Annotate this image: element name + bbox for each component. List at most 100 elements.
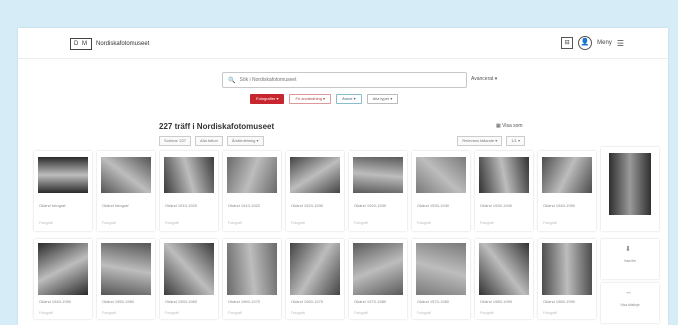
result-card[interactable]: Okänd 1910-1920 Fotografi <box>223 151 281 231</box>
result-card[interactable]: Okänd 1930-1940 Fotografi <box>475 151 533 231</box>
card-type: Fotografi <box>39 221 53 225</box>
side-card-label: Visa fler <box>623 259 637 263</box>
card-type: Fotografi <box>165 221 179 225</box>
result-card[interactable]: Okänd fotograf Fotografi <box>97 151 155 231</box>
card-caption: Okänd 1940-1950 <box>543 203 576 208</box>
photo-thumbnail <box>416 157 466 193</box>
site-logo[interactable]: D M Nordiskafoto­museet <box>70 38 149 50</box>
result-card[interactable]: Okänd 1950-1960 Fotografi <box>160 239 218 319</box>
result-card[interactable]: Okänd 1970-1980 Fotografi <box>349 239 407 319</box>
advanced-search-link[interactable]: Avancerat ▾ <box>471 76 497 82</box>
photo-thumbnail <box>227 157 277 193</box>
card-type: Fotografi <box>291 311 305 315</box>
filter-photographs[interactable]: Fotografier ▾ <box>250 94 285 104</box>
card-type: Fotografi <box>480 221 494 225</box>
user-icon[interactable]: 👤 <box>578 36 593 50</box>
photo-thumbnail <box>353 243 403 295</box>
result-card[interactable]: Okänd fotograf Fotografi <box>34 151 92 231</box>
search-icon: 🔍 <box>228 77 236 84</box>
result-card[interactable]: Okänd 1960-1970 Fotografi <box>286 239 344 319</box>
logo-text: Nordiskafoto­museet <box>96 41 150 47</box>
card-caption: Okänd 1950-1960 <box>102 299 135 304</box>
card-caption: Okänd fotograf <box>102 203 129 208</box>
photo-thumbnail <box>101 243 151 295</box>
photo-thumbnail <box>290 243 340 295</box>
result-card[interactable]: Okänd 1970-1980 Fotografi <box>412 239 470 319</box>
result-card[interactable]: Okänd 1920-1930 Fotografi <box>286 151 344 231</box>
result-card[interactable]: Okänd 1930-1940 Fotografi <box>412 151 470 231</box>
card-caption: Okänd 1970-1980 <box>354 299 387 304</box>
sort-relevance[interactable]: Relevans fallande ▾ <box>457 136 503 146</box>
arrow-down-icon: ⬇ <box>625 246 631 253</box>
photo-thumbnail <box>227 243 277 295</box>
card-type: Fotografi <box>543 311 557 315</box>
card-type: Fotografi <box>417 221 431 225</box>
card-type: Fotografi <box>480 311 494 315</box>
photo-thumbnail <box>542 157 592 193</box>
view-toggle[interactable]: ▦ Visa som <box>496 123 523 129</box>
page-selector[interactable]: 1/1 ▾ <box>506 136 525 146</box>
card-caption: Okänd 1930-1940 <box>480 203 513 208</box>
show-more-card[interactable]: ⬇ Visa fler <box>601 239 659 279</box>
arrows-horizontal-icon: ↔ <box>625 289 632 296</box>
photo-thumbnail <box>101 157 151 193</box>
photo-thumbnail <box>479 243 529 295</box>
card-type: Fotografi <box>354 311 368 315</box>
result-card[interactable]: Okänd 1920-1930 Fotografi <box>349 151 407 231</box>
result-card[interactable]: Okänd 1910-1920 Fotografi <box>160 151 218 231</box>
card-type: Fotografi <box>39 311 53 315</box>
result-card[interactable]: Okänd 1980-1990 Fotografi <box>538 239 596 319</box>
results-title: 227 träff i Nordiskafotomuseet <box>159 122 275 131</box>
sort-bar-left: Sortera: 227 Alla fotton Årsfördelning ▾ <box>159 136 264 146</box>
hamburger-icon[interactable]: ☰ <box>617 39 624 48</box>
result-card[interactable]: Okänd 1940-1950 Fotografi <box>34 239 92 319</box>
photo-thumbnail <box>164 243 214 295</box>
photo-thumbnail <box>290 157 340 193</box>
sort-year[interactable]: Årsfördelning ▾ <box>226 136 264 146</box>
filter-all-types[interactable]: Alla typer ▾ <box>366 94 399 104</box>
card-type: Fotografi <box>354 221 368 225</box>
search-input[interactable] <box>235 77 444 83</box>
photo-thumbnail <box>609 153 651 215</box>
result-card[interactable]: Okänd 1950-1960 Fotografi <box>97 239 155 319</box>
result-card[interactable]: Okänd 1940-1950 Fotografi <box>538 151 596 231</box>
card-caption: Okänd 1980-1990 <box>480 299 513 304</box>
photo-thumbnail <box>38 157 88 193</box>
filter-chips: Fotografier ▾ Fri användning ▾ Ämne ▾ Al… <box>250 94 399 104</box>
side-card-label: Visa tidslinje <box>620 303 640 307</box>
logo-mark: D M <box>70 38 92 50</box>
sort-bar-right: Relevans fallande ▾ 1/1 ▾ <box>457 136 525 146</box>
card-caption: Okänd 1910-1920 <box>228 203 261 208</box>
card-caption: Okänd 1980-1990 <box>543 299 576 304</box>
collection-icon[interactable]: ⊟ <box>561 37 574 49</box>
sort-count[interactable]: Sortera: 227 <box>159 136 192 146</box>
menu-label[interactable]: Meny <box>597 40 612 46</box>
photo-thumbnail <box>479 157 529 193</box>
card-caption: Okänd 1920-1930 <box>354 203 387 208</box>
search-bar: 🔍 <box>222 72 467 88</box>
card-caption: Okänd 1940-1950 <box>39 299 72 304</box>
card-type: Fotografi <box>102 311 116 315</box>
filter-free-use[interactable]: Fri användning ▾ <box>289 94 332 104</box>
photo-thumbnail <box>353 157 403 193</box>
card-caption: Okänd 1960-1970 <box>228 299 261 304</box>
result-card[interactable]: Okänd 1980-1990 Fotografi <box>475 239 533 319</box>
card-caption: Okänd 1970-1980 <box>417 299 450 304</box>
card-type: Fotografi <box>228 311 242 315</box>
top-bar: D M Nordiskafoto­museet ⊟ 👤 Meny ☰ <box>18 28 668 59</box>
browser-frame: D M Nordiskafoto­museet ⊟ 👤 Meny ☰ 🔍 Ava… <box>18 28 668 325</box>
result-card-tall[interactable] <box>601 147 659 231</box>
card-caption: Okänd 1930-1940 <box>417 203 450 208</box>
timeline-card[interactable]: ↔ Visa tidslinje <box>601 283 659 323</box>
sort-all[interactable]: Alla fotton <box>195 136 223 146</box>
photo-thumbnail <box>416 243 466 295</box>
result-card[interactable]: Okänd 1960-1970 Fotografi <box>223 239 281 319</box>
card-caption: Okänd fotograf <box>39 203 66 208</box>
photo-thumbnail <box>164 157 214 193</box>
card-caption: Okänd 1960-1970 <box>291 299 324 304</box>
filter-subject[interactable]: Ämne ▾ <box>336 94 362 104</box>
card-type: Fotografi <box>228 221 242 225</box>
card-type: Fotografi <box>102 221 116 225</box>
card-type: Fotografi <box>543 221 557 225</box>
photo-thumbnail <box>542 243 592 295</box>
